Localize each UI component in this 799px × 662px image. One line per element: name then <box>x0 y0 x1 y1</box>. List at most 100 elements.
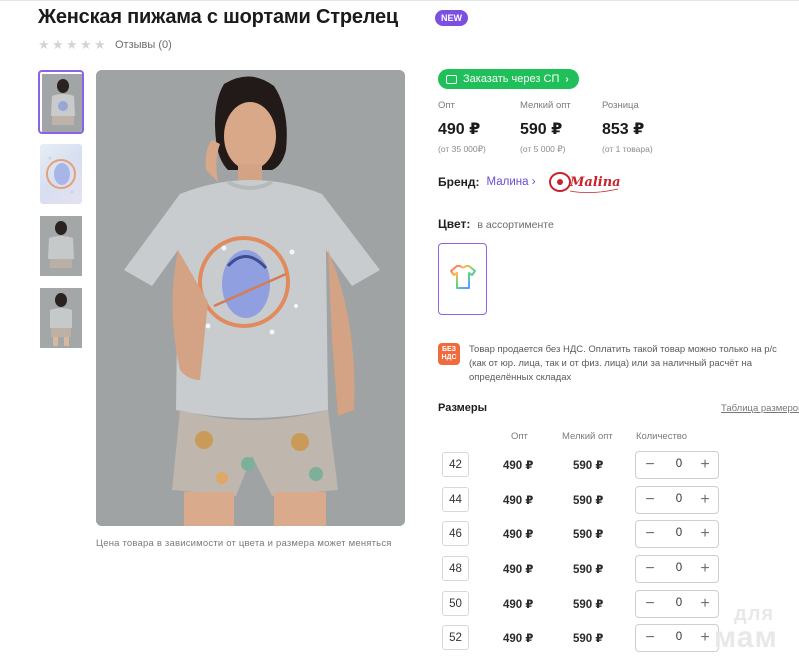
size-row: 48 490 ₽ 590 ₽ − 0 + <box>438 555 799 583</box>
thumbnail-2[interactable] <box>38 142 84 206</box>
size-chart-link[interactable]: Таблица размеров <box>721 403 799 414</box>
sizes-title: Размеры <box>438 402 488 414</box>
color-label: Цвет: <box>438 217 471 231</box>
star-icon: ★ <box>38 37 50 52</box>
star-icon: ★ <box>66 37 78 52</box>
price-note: Цена товара в зависимости от цвета и раз… <box>96 538 392 549</box>
size-price-opt: 490 ₽ <box>503 564 534 576</box>
price-tier-label: Мелкий опт <box>520 100 571 111</box>
quantity-stepper: − 0 + <box>635 590 719 618</box>
price-tier-condition: (от 35 000₽) <box>438 144 486 154</box>
plus-icon[interactable]: + <box>698 456 712 474</box>
plus-icon[interactable]: + <box>698 560 712 578</box>
thumbnail-list <box>38 70 86 358</box>
size-price-small-opt: 590 ₽ <box>573 633 604 645</box>
quantity-stepper: − 0 + <box>635 451 719 479</box>
size-row: 42 490 ₽ 590 ₽ − 0 + <box>438 451 799 479</box>
col-header-qty: Количество <box>636 431 688 442</box>
price-tier-small-opt: Мелкий опт 590 ₽ (от 5 000 ₽) <box>520 100 602 155</box>
price-tier-value: 590 ₽ <box>520 121 563 138</box>
quantity-value[interactable]: 0 <box>670 631 688 643</box>
color-value: в ассортименте <box>477 219 554 231</box>
no-vat-icon: БЕЗ НДС <box>438 343 460 365</box>
price-tier-value: 853 ₽ <box>602 121 645 138</box>
price-tier-condition: (от 5 000 ₽) <box>520 144 566 154</box>
main-product-photo[interactable] <box>96 70 405 526</box>
price-tier-retail: Розница 853 ₽ (от 1 товара) <box>602 100 684 155</box>
size-label[interactable]: 52 <box>442 625 469 650</box>
no-vat-icon-line2: НДС <box>441 354 457 361</box>
minus-icon[interactable]: − <box>643 560 657 578</box>
no-vat-icon-line1: БЕЗ <box>441 346 457 353</box>
minus-icon[interactable]: − <box>643 629 657 647</box>
thumbnail-image <box>40 144 82 204</box>
minus-icon[interactable]: − <box>643 491 657 509</box>
brand-name: Малина <box>486 176 529 188</box>
new-badge: NEW <box>435 10 468 26</box>
chevron-right-icon: › <box>531 176 536 188</box>
brand-row: Бренд: Малина › Malina <box>438 169 624 195</box>
price-tiers: Опт 490 ₽ (от 35 000₽) Мелкий опт 590 ₽ … <box>438 100 684 155</box>
reviews-link[interactable]: Отзывы (0) <box>115 39 172 51</box>
price-tier-condition: (от 1 товара) <box>602 144 653 154</box>
top-divider <box>0 0 799 3</box>
size-label[interactable]: 48 <box>442 556 469 581</box>
quantity-stepper: − 0 + <box>635 555 719 583</box>
thumbnail-4[interactable] <box>38 286 84 350</box>
size-label[interactable]: 50 <box>442 591 469 616</box>
minus-icon[interactable]: − <box>643 456 657 474</box>
size-price-small-opt: 590 ₽ <box>573 460 604 472</box>
thumbnail-3[interactable] <box>38 214 84 278</box>
quantity-value[interactable]: 0 <box>670 562 688 574</box>
size-price-small-opt: 590 ₽ <box>573 529 604 541</box>
quantity-value[interactable]: 0 <box>670 597 688 609</box>
plus-icon[interactable]: + <box>698 491 712 509</box>
star-icon: ★ <box>94 37 106 52</box>
price-tier-label: Опт <box>438 100 455 111</box>
size-price-opt: 490 ₽ <box>503 460 534 472</box>
thumbnail-1[interactable] <box>38 70 84 134</box>
col-header-opt: Опт <box>511 431 528 442</box>
price-tier-opt: Опт 490 ₽ (от 35 000₽) <box>438 100 520 155</box>
size-row: 44 490 ₽ 590 ₽ − 0 + <box>438 486 799 514</box>
quantity-value[interactable]: 0 <box>670 458 688 470</box>
plus-icon[interactable]: + <box>698 595 712 613</box>
plus-icon[interactable]: + <box>698 525 712 543</box>
order-via-sp-button[interactable]: Заказать через СП › <box>438 69 579 89</box>
plus-icon[interactable]: + <box>698 629 712 647</box>
thumbnail-image <box>40 216 82 276</box>
price-tier-label: Розница <box>602 100 639 111</box>
quantity-value[interactable]: 0 <box>670 527 688 539</box>
product-title: Женская пижама с шортами Стрелец <box>38 6 399 28</box>
watermark: для мам <box>712 603 798 658</box>
price-tier-value: 490 ₽ <box>438 121 481 138</box>
brand-link[interactable]: Малина › <box>487 176 536 188</box>
size-price-opt: 490 ₽ <box>503 633 534 645</box>
cart-icon <box>446 74 457 84</box>
model-illustration <box>96 70 405 526</box>
color-option-assorted[interactable] <box>438 243 487 315</box>
size-price-opt: 490 ₽ <box>503 529 534 541</box>
rating: ★ ★ ★ ★ ★ Отзывы (0) <box>38 38 172 52</box>
thumbnail-image <box>40 288 82 348</box>
size-row: 46 490 ₽ 590 ₽ − 0 + <box>438 520 799 548</box>
thumbnail-image <box>42 74 82 132</box>
tshirt-icon <box>448 262 478 297</box>
minus-icon[interactable]: − <box>643 525 657 543</box>
minus-icon[interactable]: − <box>643 595 657 613</box>
star-icon: ★ <box>80 37 92 52</box>
size-label[interactable]: 46 <box>442 521 469 546</box>
brand-logo[interactable]: Malina <box>548 169 624 195</box>
chevron-right-icon: › <box>565 73 569 85</box>
size-price-small-opt: 590 ₽ <box>573 495 604 507</box>
quantity-stepper: − 0 + <box>635 486 719 514</box>
size-label[interactable]: 44 <box>442 487 469 512</box>
col-header-small-opt: Мелкий опт <box>562 431 613 442</box>
size-price-small-opt: 590 ₽ <box>573 564 604 576</box>
quantity-stepper: − 0 + <box>635 520 719 548</box>
watermark-line2: мам <box>714 621 778 654</box>
quantity-value[interactable]: 0 <box>670 493 688 505</box>
order-button-label: Заказать через СП <box>463 73 560 85</box>
size-price-small-opt: 590 ₽ <box>573 599 604 611</box>
size-label[interactable]: 42 <box>442 452 469 477</box>
